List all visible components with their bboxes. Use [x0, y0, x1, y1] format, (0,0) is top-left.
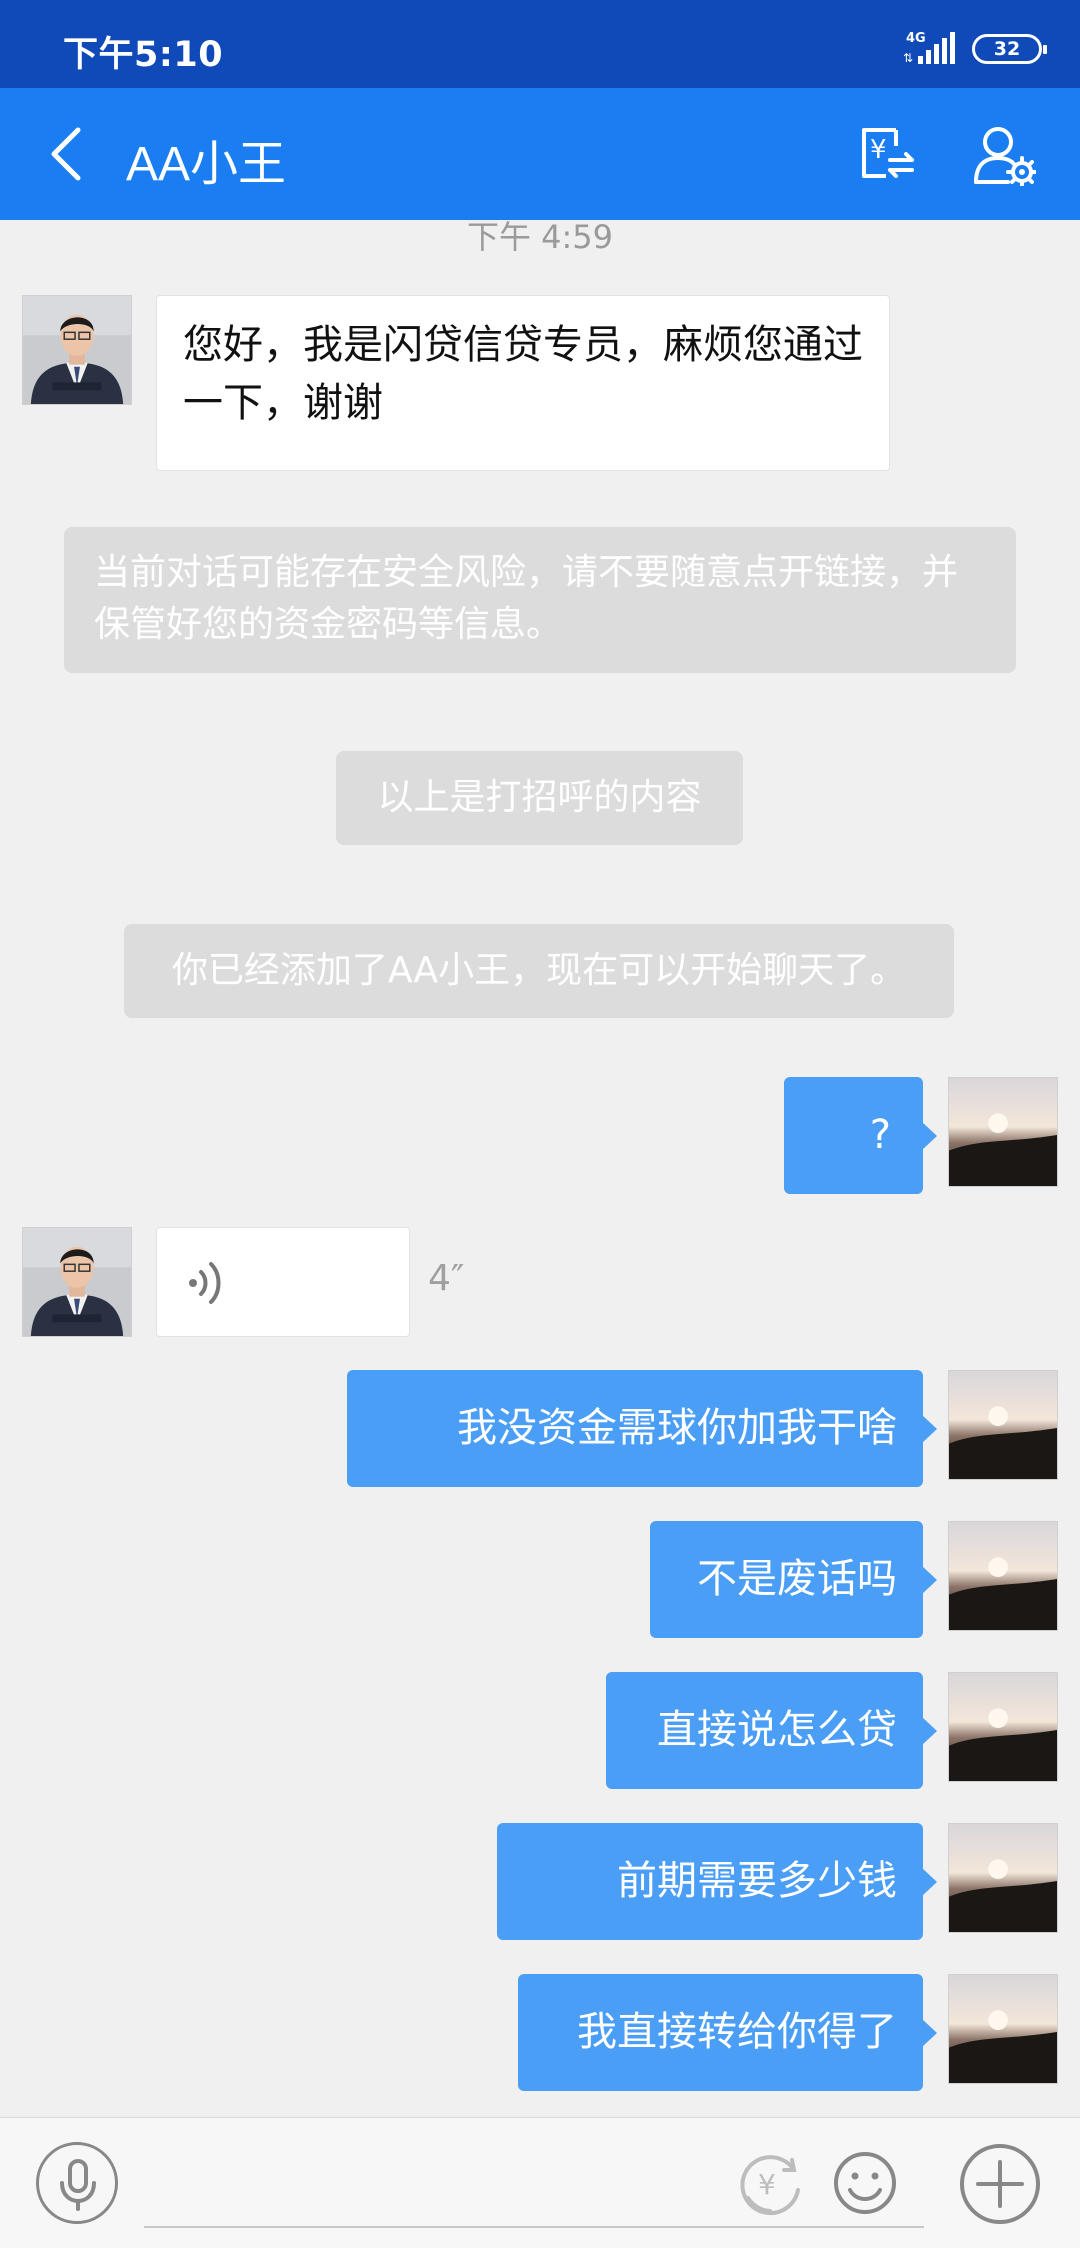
sunset-photo	[949, 1673, 1057, 1781]
incoming-text-message[interactable]: 您好，我是闪贷信贷专员，麻烦您通过一下，谢谢	[156, 295, 890, 471]
sunset-photo	[949, 1078, 1057, 1186]
svg-text:¥: ¥	[758, 2168, 776, 2201]
person-photo	[23, 1228, 131, 1336]
notice-text: 当前对话可能存在安全风险，请不要随意点开链接，并保管好您的资金密码等信息。	[94, 552, 959, 645]
message-text: 我直接转给你得了	[577, 2009, 897, 2055]
svg-text:¥: ¥	[870, 135, 887, 165]
contact-settings-icon[interactable]	[972, 124, 1036, 186]
outgoing-text-message[interactable]: 我没资金需球你加我干啥	[347, 1370, 937, 1487]
outgoing-text-message[interactable]: 不是废话吗	[650, 1521, 937, 1638]
my-avatar[interactable]	[948, 1370, 1058, 1480]
notice-text: 以上是打招呼的内容	[377, 777, 702, 818]
my-avatar[interactable]	[948, 1672, 1058, 1782]
network-label: 4G	[906, 31, 926, 46]
emoji-icon[interactable]	[830, 2148, 900, 2218]
voice-icon	[189, 1262, 221, 1304]
voice-input-button[interactable]	[36, 2142, 118, 2224]
status-time: 下午5:10	[63, 35, 224, 75]
plus-icon[interactable]	[958, 2142, 1042, 2226]
signal-icon: 4G ⇅	[903, 31, 955, 65]
message-text: ?	[869, 1112, 891, 1158]
chat-title: AA小王	[126, 138, 287, 191]
security-warning-notice: 当前对话可能存在安全风险，请不要随意点开链接，并保管好您的资金密码等信息。	[64, 527, 1016, 673]
my-avatar[interactable]	[948, 1974, 1058, 2084]
svg-text:⇅: ⇅	[903, 51, 913, 65]
greeting-notice: 以上是打招呼的内容	[336, 751, 743, 845]
contact-avatar[interactable]	[22, 295, 132, 405]
battery-level: 32	[993, 38, 1021, 60]
outgoing-text-message[interactable]: 前期需要多少钱	[497, 1823, 937, 1940]
transfer-icon[interactable]: ¥	[856, 124, 916, 184]
message-text: 我没资金需球你加我干啥	[457, 1405, 897, 1451]
incoming-voice-message[interactable]	[156, 1227, 410, 1337]
message-text: 不是废话吗	[697, 1556, 897, 1602]
message-input[interactable]	[144, 2136, 924, 2228]
chat-area[interactable]: 下午 4:59 您好，我是闪贷信贷专员，麻烦您通过一下，谢谢 当前对话可能存在安…	[0, 220, 1080, 2117]
sunset-photo	[949, 1522, 1057, 1630]
my-avatar[interactable]	[948, 1077, 1058, 1187]
sunset-photo	[949, 1824, 1057, 1932]
back-icon[interactable]	[46, 126, 86, 182]
yuan-icon[interactable]: ¥	[736, 2148, 806, 2218]
sunset-photo	[949, 1371, 1057, 1479]
message-text: 直接说怎么贷	[657, 1707, 897, 1753]
message-text: 前期需要多少钱	[617, 1858, 897, 1904]
nav-bar: AA小王 ¥	[0, 88, 1080, 220]
battery-icon: 32	[972, 34, 1047, 64]
outgoing-text-message[interactable]: 直接说怎么贷	[606, 1672, 937, 1789]
my-avatar[interactable]	[948, 1521, 1058, 1631]
contact-avatar[interactable]	[22, 1227, 132, 1337]
message-timestamp: 下午 4:59	[466, 220, 614, 256]
microphone-icon	[60, 2159, 96, 2211]
input-bar: ¥	[0, 2117, 1080, 2248]
my-avatar[interactable]	[948, 1823, 1058, 1933]
sunset-photo	[949, 1975, 1057, 2083]
outgoing-text-message[interactable]: 我直接转给你得了	[518, 1974, 937, 2091]
outgoing-text-message[interactable]: ?	[784, 1077, 937, 1194]
person-photo	[23, 296, 131, 404]
voice-duration: 4″	[428, 1258, 465, 1299]
status-bar: 下午5:10 4G ⇅ 32	[0, 0, 1080, 88]
message-text: 您好，我是闪贷信贷专员，麻烦您通过一下，谢谢	[183, 322, 863, 426]
friend-added-notice: 你已经添加了AA小王，现在可以开始聊天了。	[124, 924, 954, 1018]
notice-text: 你已经添加了AA小王，现在可以开始聊天了。	[171, 950, 907, 991]
